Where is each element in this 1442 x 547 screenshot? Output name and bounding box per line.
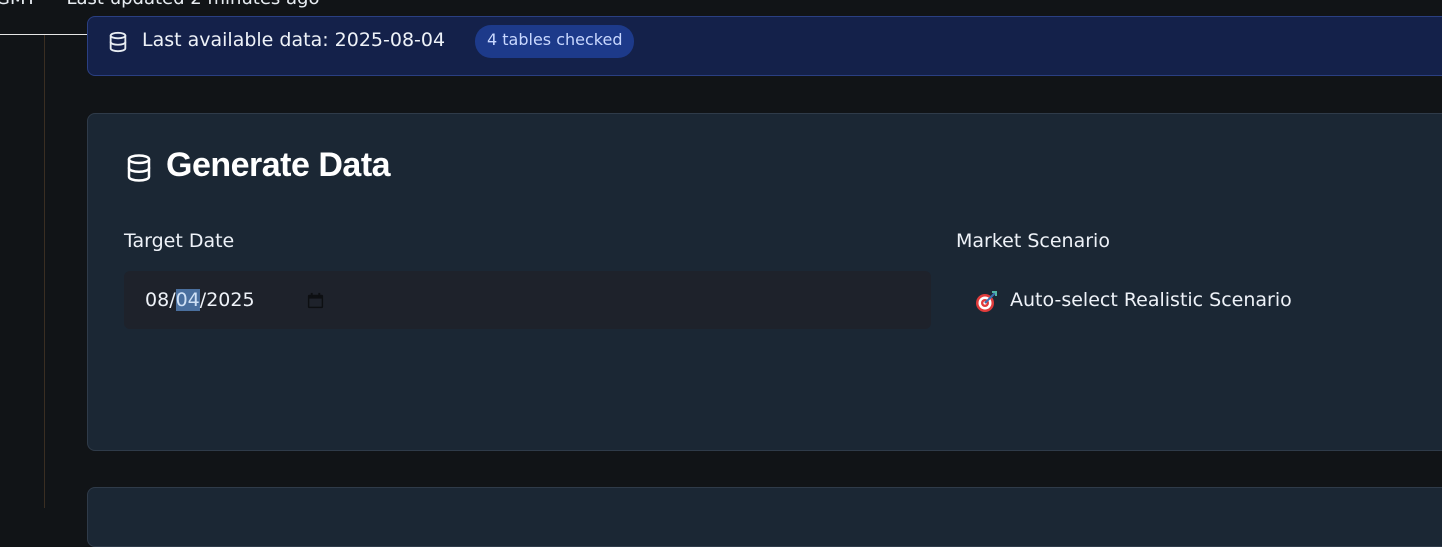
market-scenario-value[interactable]: Auto-select Realistic Scenario xyxy=(1010,289,1292,311)
last-updated-label: Last updated 2 minutes ago xyxy=(66,0,319,9)
card-title: Generate Data xyxy=(166,146,391,184)
database-icon xyxy=(109,31,127,53)
tables-checked-badge: 4 tables checked xyxy=(475,25,635,58)
timezone-label: GMT xyxy=(0,0,36,9)
last-available-data-text: Last available data: 2025-08-04 xyxy=(142,29,446,51)
database-icon xyxy=(127,154,151,182)
target-date-label: Target Date xyxy=(124,230,235,252)
target-date-value[interactable]: 08/04/2025 xyxy=(145,289,255,311)
status-text: GMT Last updated 2 minutes ago xyxy=(0,0,320,10)
market-scenario-label: Market Scenario xyxy=(956,230,1110,252)
date-month-segment[interactable]: 08 xyxy=(145,289,169,311)
sidebar-divider xyxy=(44,35,45,508)
calendar-icon[interactable] xyxy=(306,291,325,310)
target-icon xyxy=(976,291,997,312)
date-day-segment[interactable]: 04 xyxy=(175,289,200,311)
date-year-segment[interactable]: 2025 xyxy=(206,289,254,311)
date-separator: / xyxy=(169,289,176,311)
next-section-card xyxy=(87,487,1442,547)
